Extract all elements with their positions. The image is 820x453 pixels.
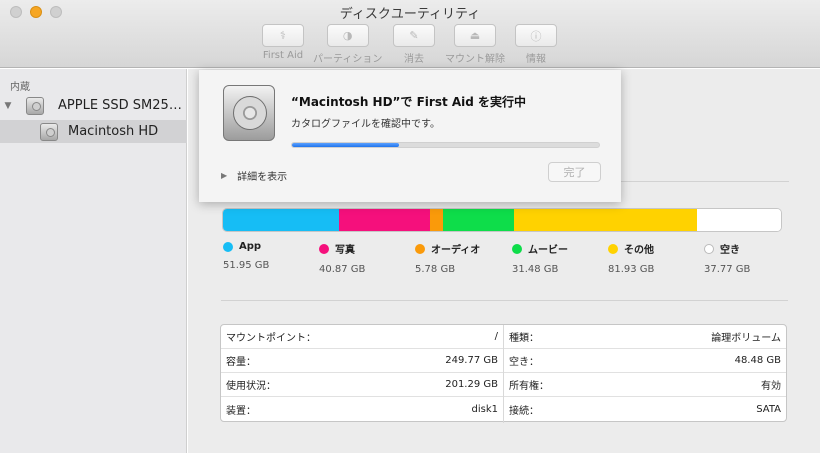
info-label: 容量： <box>226 357 256 368</box>
info-row-device: 装置： disk1 <box>221 397 503 421</box>
progress-bar <box>291 142 600 148</box>
info-row-available: 空き： 48.48 GB <box>504 349 786 373</box>
info-row-used: 使用状況： 201.29 GB <box>221 373 503 397</box>
eject-icon: ⏏ <box>469 29 481 42</box>
legend-name: ムービー <box>528 245 568 256</box>
info-row-connection: 接続： SATA <box>504 397 786 421</box>
legend-size: 31.48 GB <box>512 264 559 275</box>
info-column-left: マウントポイント： / 容量： 249.77 GB 使用状況： 201.29 GB 装… <box>221 325 503 423</box>
info-value: / <box>494 331 498 342</box>
unmount-label: マウント解除 <box>445 54 505 65</box>
sidebar-item-macintosh-hd[interactable]: Macintosh HD <box>0 120 187 143</box>
legend-dot <box>223 241 233 252</box>
sheet-status: カタログファイルを確認中です。 <box>291 119 440 130</box>
disclosure-triangle-icon[interactable]: ▼ <box>2 101 14 111</box>
legend-name: App <box>239 241 262 252</box>
window-toolbar: ディスクユーティリティ ⚕ First Aid ◑ パーティション ✎ 消去 ⏏… <box>0 0 820 68</box>
hard-drive-icon <box>223 85 275 141</box>
legend-item-app: App 51.95 GB <box>223 241 269 271</box>
main-content: “Macintosh HD”で First Aid を実行中 カタログファイルを… <box>188 69 820 453</box>
partition-pie-icon: ◑ <box>342 29 353 42</box>
legend-dot <box>512 243 522 254</box>
show-details-label: 詳細を表示 <box>237 172 288 183</box>
legend-item-audio: オーディオ 5.78 GB <box>415 241 480 275</box>
sheet-title: “Macintosh HD”で First Aid を実行中 <box>291 95 527 109</box>
usage-segment <box>430 209 444 231</box>
divider <box>221 300 788 301</box>
erase-button[interactable]: ✎ 消去 <box>393 24 435 65</box>
info-label: 使用状況： <box>226 381 276 392</box>
erase-icon: ✎ <box>409 29 419 42</box>
usage-segment <box>339 209 431 231</box>
partition-label: パーティション <box>313 54 383 65</box>
info-column-right: 種類： 論理ボリューム 空き： 48.48 GB 所有権： 有効 接続： SATA <box>504 325 786 423</box>
info-value: 201.29 GB <box>445 379 498 390</box>
info-label: 接続： <box>509 405 539 417</box>
internal-disk-icon <box>26 96 44 115</box>
info-label: 装置： <box>226 405 256 417</box>
legend-size: 37.77 GB <box>704 264 751 275</box>
legend-item-movies: ムービー 31.48 GB <box>512 241 568 275</box>
info-value: disk1 <box>471 403 499 415</box>
storage-usage-bar <box>222 208 782 232</box>
erase-label: 消去 <box>404 54 424 65</box>
info-value: SATA <box>756 403 781 415</box>
legend-item-photos: 写真 40.87 GB <box>319 241 365 275</box>
info-label: 所有権： <box>509 381 549 392</box>
sidebar-item-apple-ssd[interactable]: ▼ APPLE SSD SM25… <box>0 94 187 117</box>
first-aid-label: First Aid <box>262 50 304 61</box>
legend-size: 81.93 GB <box>608 264 655 275</box>
legend-dot <box>608 243 618 254</box>
info-value: 48.48 GB <box>734 355 781 366</box>
legend-dot <box>319 243 329 254</box>
legend-size: 51.95 GB <box>223 260 270 271</box>
usage-segment <box>443 209 514 231</box>
divider <box>621 181 789 182</box>
info-label: 空き： <box>509 357 539 368</box>
first-aid-sheet: “Macintosh HD”で First Aid を実行中 カタログファイルを… <box>199 70 621 202</box>
usage-segment <box>223 209 340 231</box>
show-details-toggle[interactable]: ▶ 詳細を表示 <box>221 168 287 183</box>
sidebar: 内蔵 ▼ APPLE SSD SM25… Macintosh HD <box>0 69 187 453</box>
first-aid-button[interactable]: ⚕ First Aid <box>262 24 304 61</box>
info-row-capacity: 容量： 249.77 GB <box>221 349 503 373</box>
legend-item-free: 空き 37.77 GB <box>704 241 750 275</box>
window-title: ディスクユーティリティ <box>339 7 481 22</box>
sidebar-section-internal: 内蔵 <box>10 82 30 93</box>
legend-name: オーディオ <box>431 245 481 256</box>
legend-size: 5.78 GB <box>415 264 456 275</box>
info-row-owners: 所有権： 有効 <box>504 373 786 397</box>
info-value: 論理ボリューム <box>711 333 781 344</box>
done-button[interactable]: 完了 <box>548 162 601 182</box>
usage-segment <box>696 209 781 231</box>
legend-name: 写真 <box>335 245 355 256</box>
info-row-type: 種類： 論理ボリューム <box>504 325 786 349</box>
info-label: 情報 <box>526 54 546 65</box>
info-label: 種類： <box>509 333 539 344</box>
sidebar-item-label: APPLE SSD SM25… <box>58 98 182 113</box>
legend-name: 空き <box>720 245 740 256</box>
info-label: マウントポイント： <box>226 333 316 344</box>
info-value: 249.77 GB <box>445 355 498 366</box>
info-button[interactable]: ⓘ 情報 <box>515 24 557 65</box>
progress-fill <box>292 143 400 147</box>
legend-dot <box>415 243 425 254</box>
legend-name: その他 <box>624 245 654 256</box>
sidebar-item-label: Macintosh HD <box>68 124 159 139</box>
volume-info-table: マウントポイント： / 容量： 249.77 GB 使用状況： 201.29 GB 装… <box>220 324 787 423</box>
volume-icon <box>40 122 58 141</box>
legend-dot <box>704 243 714 254</box>
info-value: 有効 <box>761 381 781 392</box>
unmount-button[interactable]: ⏏ マウント解除 <box>445 24 505 65</box>
info-row-mount-point: マウントポイント： / <box>221 325 503 349</box>
disclosure-triangle-icon[interactable]: ▶ <box>221 171 227 180</box>
legend-item-other: その他 81.93 GB <box>608 241 654 275</box>
usage-segment <box>513 209 697 231</box>
legend-size: 40.87 GB <box>319 264 366 275</box>
stethoscope-icon: ⚕ <box>280 29 286 42</box>
partition-button[interactable]: ◑ パーティション <box>313 24 382 65</box>
info-icon: ⓘ <box>530 29 542 43</box>
